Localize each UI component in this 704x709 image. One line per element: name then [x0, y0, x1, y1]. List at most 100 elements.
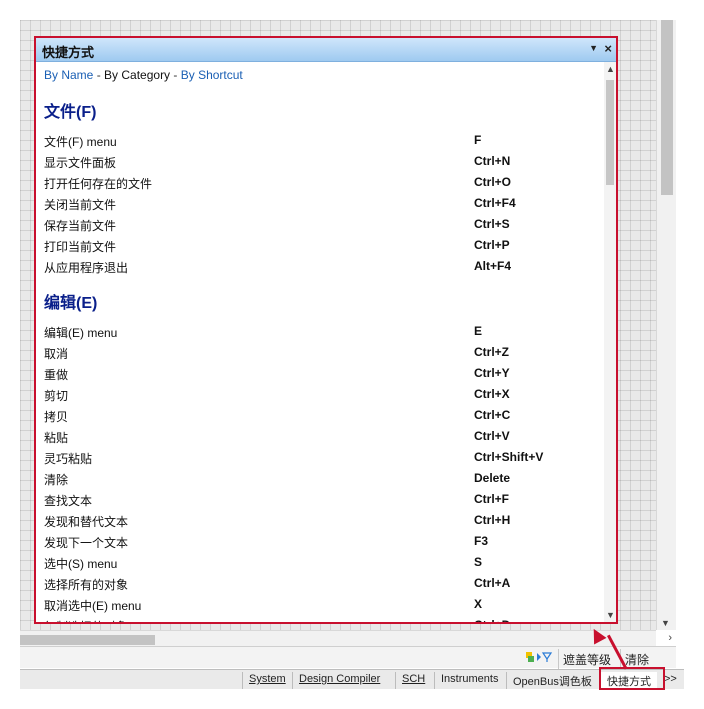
shortcut-row[interactable]: 编辑(E) menu E — [44, 321, 604, 342]
shortcut-command-name: 取消选中(E) menu — [44, 599, 142, 613]
shortcut-key: Ctrl+F4 — [474, 196, 516, 210]
shortcut-row[interactable]: 拷贝 Ctrl+C — [44, 405, 604, 426]
scroll-down-arrow-icon[interactable]: ▼ — [661, 618, 670, 628]
tab-instruments-label: Instruments — [441, 673, 499, 685]
shortcut-command-name: 复制选择的对象 — [44, 618, 128, 622]
scroll-down-arrow-icon[interactable]: ▼ — [606, 610, 615, 620]
tab-system[interactable]: System — [242, 672, 292, 689]
scroll-up-arrow-icon[interactable]: ▲ — [606, 64, 615, 74]
shortcut-row[interactable]: 灵巧粘贴 Ctrl+Shift+V — [44, 447, 604, 468]
shortcut-row[interactable]: 剪切 Ctrl+X — [44, 384, 604, 405]
panel-tab-bar: System Design Compiler SCH Instruments O… — [20, 669, 684, 689]
shortcut-row[interactable]: 关闭当前文件 Ctrl+F4 — [44, 193, 604, 214]
shortcut-key: Ctrl+S — [474, 217, 510, 231]
tab-openbus-label: OpenBus调色板 — [513, 676, 592, 688]
shortcut-command-name: 拷贝 — [44, 410, 69, 424]
shortcut-command-name: 取消 — [44, 347, 69, 361]
sort-options: By Name - By Category - By Shortcut — [44, 68, 243, 82]
shortcut-command-name: 灵巧粘贴 — [44, 452, 93, 466]
tab-sch[interactable]: SCH — [395, 672, 431, 689]
shortcuts-tab-highlight — [599, 667, 665, 690]
shortcut-command-name: 关闭当前文件 — [44, 198, 117, 212]
shortcut-command-name: 发现下一个文本 — [44, 536, 129, 550]
sort-by-shortcut-link[interactable]: By Shortcut — [181, 68, 243, 82]
tab-more-label: >> — [664, 673, 677, 685]
sort-by-category-current: By Category — [104, 68, 171, 82]
dropdown-triangle-icon[interactable]: ▼ — [589, 43, 598, 53]
shortcut-row[interactable]: 取消选中(E) menu X — [44, 594, 604, 615]
shortcut-command-name: 发现和替代文本 — [44, 515, 129, 529]
shortcut-key: Ctrl+O — [474, 175, 512, 189]
shortcuts-panel: 快捷方式 ▼ × By Name - By Category - By Shor… — [34, 36, 618, 624]
shortcut-row[interactable]: 清除 Delete — [44, 468, 604, 489]
shortcut-command-name: 剪切 — [44, 389, 69, 403]
shortcut-key: Ctrl+A — [474, 576, 511, 590]
shortcut-key: Ctrl+Z — [474, 345, 510, 359]
shortcut-key: Ctrl+Y — [474, 366, 510, 380]
sort-by-name-link[interactable]: By Name — [44, 68, 93, 82]
tab-design-compiler[interactable]: Design Compiler — [292, 672, 386, 689]
shortcut-command-name: 编辑(E) menu — [44, 326, 118, 340]
mask-filter-icon — [526, 652, 553, 662]
shortcut-command-name: 文件(F) menu — [44, 135, 117, 149]
tab-sch-label: SCH — [402, 673, 426, 685]
shortcut-row[interactable]: 复制选择的对象 Ctrl+D — [44, 615, 604, 622]
shortcut-command-name: 重做 — [44, 368, 69, 382]
shortcut-key: Ctrl+F — [474, 492, 510, 506]
shortcut-command-name: 显示文件面板 — [44, 156, 117, 170]
shortcut-row[interactable]: 重做 Ctrl+Y — [44, 363, 604, 384]
shortcut-key: Ctrl+N — [474, 154, 511, 168]
panel-vertical-scrollbar[interactable]: ▲ ▼ — [604, 62, 616, 622]
main-vertical-scroll-thumb[interactable] — [661, 20, 673, 195]
shortcut-key: Ctrl+C — [474, 408, 511, 422]
shortcut-key: Alt+F4 — [474, 259, 512, 273]
shortcut-row[interactable]: 打印当前文件 Ctrl+P — [44, 235, 604, 256]
section-heading: 编辑(E) — [44, 295, 98, 312]
sort-separator: - — [170, 68, 181, 82]
panel-scroll-thumb[interactable] — [606, 80, 614, 185]
shortcut-command-name: 选中(S) menu — [44, 557, 118, 571]
shortcut-key: Ctrl+D — [474, 618, 510, 622]
shortcut-row[interactable]: 选中(S) menu S — [44, 552, 604, 573]
tab-instruments[interactable]: Instruments — [434, 672, 504, 689]
panel-title: 快捷方式 — [42, 45, 95, 60]
shortcut-row[interactable]: 选择所有的对象 Ctrl+A — [44, 573, 604, 594]
main-vertical-scrollbar[interactable]: ▼ — [656, 20, 676, 630]
shortcut-key: Ctrl+X — [474, 387, 510, 401]
section-heading: 文件(F) — [44, 104, 97, 121]
workspace: ▼ › 遮盖等级 清除 System Design Compiler SCH I… — [20, 20, 684, 689]
panel-title-bar[interactable]: 快捷方式 ▼ × — [36, 38, 616, 62]
status-row: 遮盖等级 清除 — [20, 646, 676, 670]
shortcut-key: Ctrl+P — [474, 238, 510, 252]
scroll-right-arrow-icon[interactable]: › — [668, 632, 672, 644]
shortcut-row[interactable]: 发现下一个文本 F3 — [44, 531, 604, 552]
shortcut-command-name: 粘贴 — [44, 431, 69, 445]
shortcut-row[interactable]: 粘贴 Ctrl+V — [44, 426, 604, 447]
shortcut-command-name: 保存当前文件 — [44, 219, 117, 233]
shortcut-row[interactable]: 取消 Ctrl+Z — [44, 342, 604, 363]
shortcut-key: Ctrl+Shift+V — [474, 450, 544, 464]
shortcut-command-name: 清除 — [44, 473, 69, 487]
shortcut-command-name: 打印当前文件 — [44, 240, 117, 254]
shortcut-key: F3 — [474, 534, 489, 548]
shortcut-key: X — [474, 597, 483, 611]
shortcut-command-name: 选择所有的对象 — [44, 578, 129, 592]
shortcut-row[interactable]: 文件(F) menu F — [44, 130, 604, 151]
sort-separator: - — [93, 68, 105, 82]
tab-design-compiler-label: Design Compiler — [299, 673, 381, 685]
tab-system-label: System — [249, 673, 286, 685]
shortcut-row[interactable]: 从应用程序退出 Alt+F4 — [44, 256, 604, 277]
shortcut-command-name: 查找文本 — [44, 494, 93, 508]
mask-filter-icons[interactable] — [525, 650, 555, 666]
shortcut-row[interactable]: 保存当前文件 Ctrl+S — [44, 214, 604, 235]
shortcut-row[interactable]: 显示文件面板 Ctrl+N — [44, 151, 604, 172]
shortcut-row[interactable]: 查找文本 Ctrl+F — [44, 489, 604, 510]
tab-openbus[interactable]: OpenBus调色板 — [506, 672, 598, 689]
shortcut-row[interactable]: 打开任何存在的文件 Ctrl+O — [44, 172, 604, 193]
main-horizontal-scroll-thumb[interactable] — [20, 635, 155, 645]
shortcut-row[interactable]: 发现和替代文本 Ctrl+H — [44, 510, 604, 531]
shortcut-command-name: 打开任何存在的文件 — [44, 177, 153, 191]
shortcut-list: By Name - By Category - By Shortcut 文件(F… — [36, 62, 604, 622]
close-icon[interactable]: × — [604, 41, 612, 56]
shortcut-key: F — [474, 133, 482, 147]
